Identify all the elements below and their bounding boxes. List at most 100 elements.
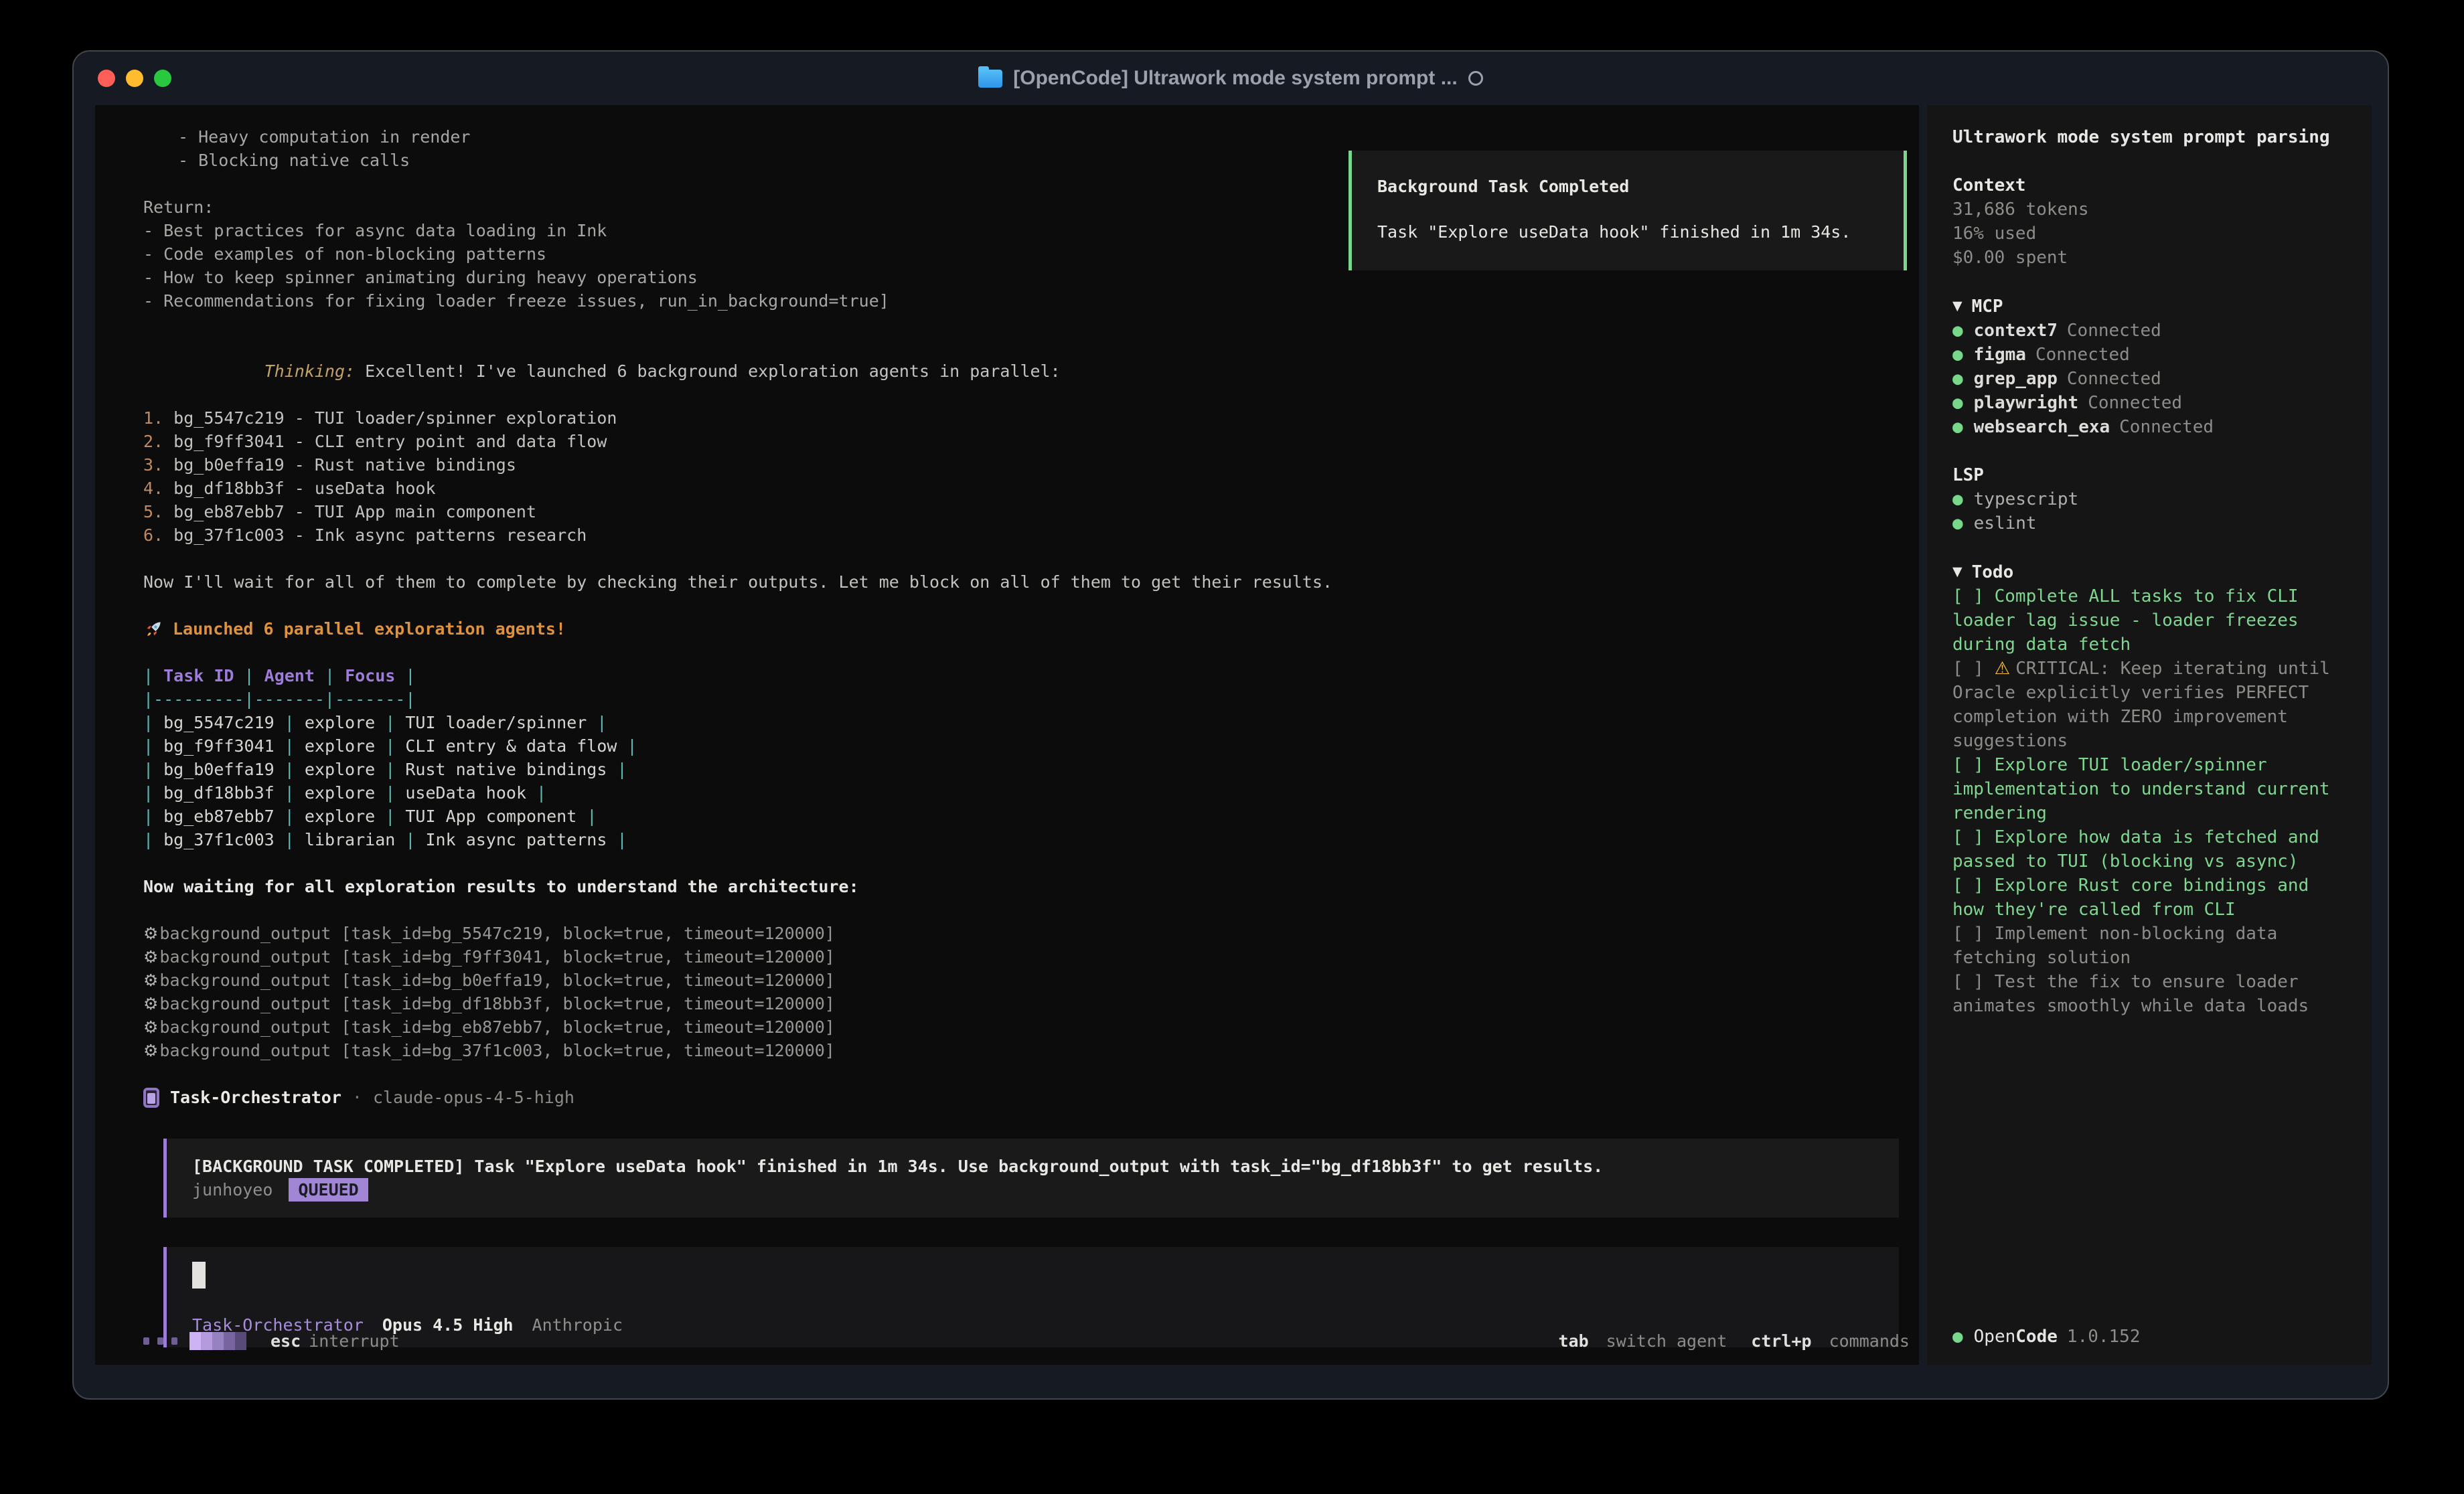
- todo-item[interactable]: [ ] Implement non-blocking data fetching…: [1952, 922, 2341, 970]
- mcp-header[interactable]: ▼MCP: [1952, 294, 2341, 319]
- mcp-server-item: ●playwrightConnected: [1952, 391, 2341, 415]
- chevron-down-icon: ▼: [1952, 299, 1962, 313]
- table-row: | bg_b0effa19 | explore | Rust native bi…: [143, 758, 1919, 781]
- todo-item[interactable]: [ ] Explore TUI loader/spinner implement…: [1952, 753, 2341, 825]
- esc-key-label: interrupt: [309, 1331, 399, 1351]
- background-completed-panel: [BACKGROUND TASK COMPLETED] Task "Explor…: [163, 1139, 1899, 1218]
- conversation-scroll[interactable]: - Heavy computation in render- Blocking …: [95, 105, 1919, 1318]
- numbered-item: 6. bg_37f1c003 - Ink async patterns rese…: [143, 523, 1919, 547]
- numbered-list: 1. bg_5547c219 - TUI loader/spinner expl…: [143, 406, 1919, 547]
- tool-call-line: ⚙background_output [task_id=bg_eb87ebb7,…: [143, 1015, 1919, 1039]
- numbered-item: 3. bg_b0effa19 - Rust native bindings: [143, 453, 1919, 477]
- agent-avatar-icon: [143, 1088, 159, 1108]
- context-stat-line: 16% used: [1952, 222, 2341, 246]
- numbered-item: 5. bg_eb87ebb7 - TUI App main component: [143, 500, 1919, 523]
- ctrlp-key-label: commands: [1829, 1331, 1910, 1351]
- todo-list: [ ] Complete ALL tasks to fix CLI loader…: [1952, 584, 2341, 1018]
- mcp-server-item: ●websearch_exaConnected: [1952, 415, 2341, 439]
- wait-text: Now I'll wait for all of them to complet…: [143, 570, 1919, 594]
- brand-open: Open: [1974, 1327, 2016, 1347]
- mcp-server-item: ●figmaConnected: [1952, 343, 2341, 367]
- agent-separator: ·: [352, 1086, 362, 1109]
- launch-banner-text: Launched 6 parallel exploration agents!: [173, 617, 566, 641]
- table-separator-row: |---------|-------|-------|: [143, 687, 1919, 711]
- todo-item[interactable]: [ ] Explore Rust core bindings and how t…: [1952, 874, 2341, 922]
- maximize-button[interactable]: [154, 70, 171, 87]
- mcp-server-item: ●grep_appConnected: [1952, 367, 2341, 391]
- agent-line: Task-Orchestrator · claude-opus-4-5-high: [143, 1086, 1919, 1109]
- context-stat-line: 31,686 tokens: [1952, 197, 2341, 222]
- numbered-item: 2. bg_f9ff3041 - CLI entry point and dat…: [143, 430, 1919, 453]
- status-right: tab switch agent ctrl+p commands: [1558, 1331, 1910, 1351]
- waiting-header: Now waiting for all exploration results …: [143, 875, 1919, 898]
- toast-title: Background Task Completed: [1377, 175, 1879, 198]
- agent-name: Task-Orchestrator: [170, 1086, 341, 1109]
- lsp-header: LSP: [1952, 463, 2341, 487]
- sidebar-panel: Ultrawork mode system prompt parsing Con…: [1927, 105, 2372, 1365]
- close-button[interactable]: [98, 70, 115, 87]
- brand-code: Code: [2015, 1327, 2058, 1347]
- content-row: - Heavy computation in render- Blocking …: [74, 105, 2388, 1398]
- ctrlp-key-hint: ctrl+p: [1751, 1331, 1811, 1351]
- context-stat-line: $0.00 spent: [1952, 246, 2341, 270]
- todo-item[interactable]: [ ] Test the fix to ensure loader animat…: [1952, 970, 2341, 1018]
- status-bar: esc interrupt tab switch agent ctrl+p co…: [143, 1329, 1910, 1353]
- session-title: Ultrawork mode system prompt parsing: [1952, 125, 2341, 149]
- sidebar-footer: ● OpenCode 1.0.152: [1952, 1325, 2140, 1349]
- chevron-down-icon: ▼: [1952, 564, 1962, 579]
- return-item: - Recommendations for fixing loader free…: [143, 289, 1919, 313]
- intro-line: - Heavy computation in render: [143, 125, 1919, 149]
- numbered-item: 1. bg_5547c219 - TUI loader/spinner expl…: [143, 406, 1919, 430]
- context-header: Context: [1952, 173, 2341, 197]
- completed-meta: junhoyeo QUEUED: [192, 1178, 1879, 1201]
- spinner-dots: [143, 1337, 177, 1345]
- tool-call-line: ⚙background_output [task_id=bg_f9ff3041,…: [143, 945, 1919, 969]
- table-row: | bg_f9ff3041 | explore | CLI entry & da…: [143, 734, 1919, 758]
- todo-header[interactable]: ▼Todo: [1952, 560, 2341, 584]
- todo-item[interactable]: [ ] ⚠ CRITICAL: Keep iterating until Ora…: [1952, 657, 2341, 753]
- tool-call-line: ⚙background_output [task_id=bg_b0effa19,…: [143, 969, 1919, 992]
- tool-call-line: ⚙background_output [task_id=bg_df18bb3f,…: [143, 992, 1919, 1015]
- esc-key-hint: esc: [271, 1331, 301, 1351]
- thinking-label: Thinking:: [264, 361, 355, 381]
- queued-badge: QUEUED: [289, 1178, 368, 1201]
- app-window: [OpenCode] Ultrawork mode system prompt …: [72, 50, 2389, 1400]
- lsp-server-item: ●eslint: [1952, 511, 2341, 535]
- completed-message: [BACKGROUND TASK COMPLETED] Task "Explor…: [192, 1155, 1879, 1178]
- toast-body: Task "Explore useData hook" finished in …: [1377, 220, 1879, 244]
- terminal-panel[interactable]: - Heavy computation in render- Blocking …: [95, 105, 1919, 1365]
- online-status-icon: ●: [1952, 1327, 1963, 1347]
- lsp-server-item: ●typescript: [1952, 487, 2341, 511]
- agent-model: claude-opus-4-5-high: [373, 1086, 574, 1109]
- table-row: | bg_5547c219 | explore | TUI loader/spi…: [143, 711, 1919, 734]
- numbered-item: 4. bg_df18bb3f - useData hook: [143, 477, 1919, 500]
- tool-call-line: ⚙background_output [task_id=bg_37f1c003,…: [143, 1039, 1919, 1062]
- rocket-icon: [143, 619, 163, 639]
- agents-table: | Task ID | Agent | Focus ||---------|--…: [143, 664, 1919, 851]
- mcp-list: ●context7Connected●figmaConnected●grep_a…: [1952, 319, 2341, 439]
- table-row: | bg_37f1c003 | librarian | Ink async pa…: [143, 828, 1919, 851]
- text-cursor: [192, 1262, 206, 1289]
- completed-user: junhoyeo: [192, 1178, 273, 1201]
- folder-icon: [978, 70, 1002, 88]
- notification-toast[interactable]: Background Task Completed Task "Explore …: [1349, 151, 1907, 270]
- todo-item[interactable]: [ ] Explore how data is fetched and pass…: [1952, 825, 2341, 874]
- table-row: | bg_eb87ebb7 | explore | TUI App compon…: [143, 805, 1919, 828]
- context-stats: 31,686 tokens16% used$0.00 spent: [1952, 197, 2341, 270]
- table-row: | bg_df18bb3f | explore | useData hook |: [143, 781, 1919, 805]
- tab-key-label: switch agent: [1606, 1331, 1727, 1351]
- tool-call-line: ⚙background_output [task_id=bg_5547c219,…: [143, 922, 1919, 945]
- mcp-server-item: ●context7Connected: [1952, 319, 2341, 343]
- titlebar[interactable]: [OpenCode] Ultrawork mode system prompt …: [74, 52, 2388, 105]
- thinking-line: Thinking: Excellent! I've launched 6 bac…: [143, 336, 1919, 406]
- launch-banner: Launched 6 parallel exploration agents!: [143, 617, 1919, 641]
- spinner-progress-icon: [189, 1332, 246, 1350]
- desktop: [OpenCode] Ultrawork mode system prompt …: [0, 0, 2464, 1494]
- todo-item[interactable]: [ ] Complete ALL tasks to fix CLI loader…: [1952, 584, 2341, 657]
- tool-call-list: ⚙background_output [task_id=bg_5547c219,…: [143, 922, 1919, 1062]
- window-title: [OpenCode] Ultrawork mode system prompt …: [1013, 67, 1457, 90]
- minimize-button[interactable]: [126, 70, 143, 87]
- tab-key-hint: tab: [1558, 1331, 1588, 1351]
- lsp-list: ●typescript●eslint: [1952, 487, 2341, 535]
- app-version: 1.0.152: [2067, 1327, 2141, 1347]
